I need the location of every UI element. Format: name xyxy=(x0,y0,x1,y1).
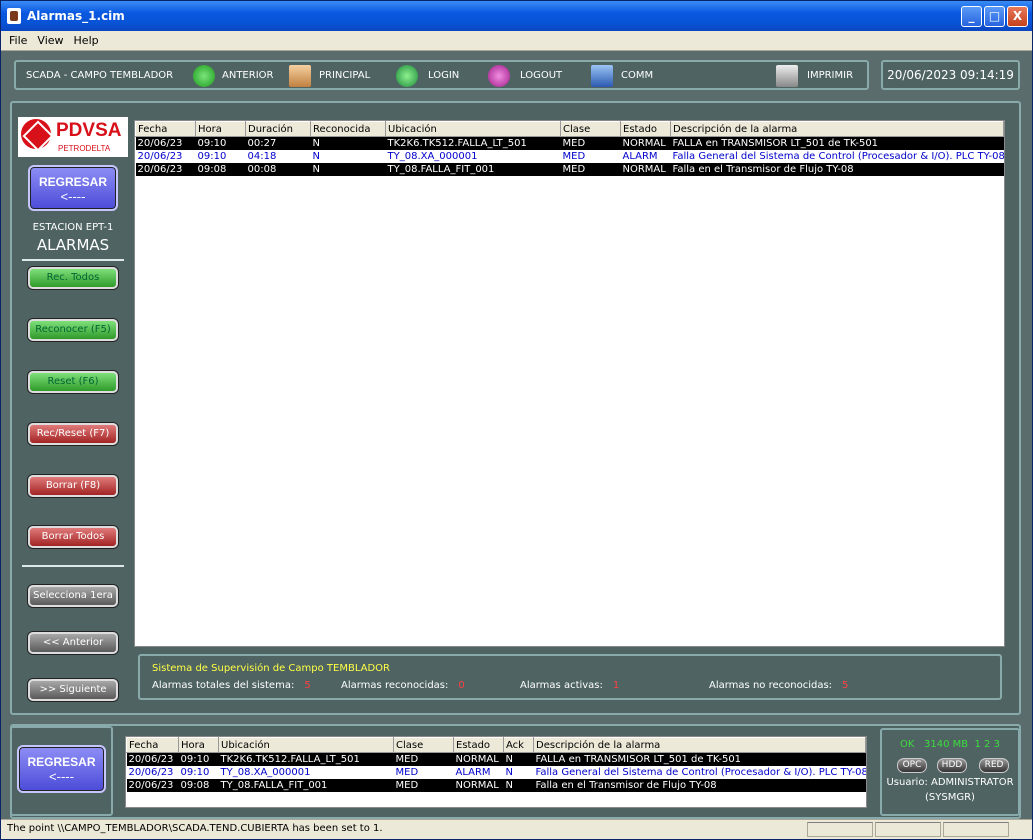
column-header[interactable]: Fecha xyxy=(135,121,196,137)
principal-button[interactable]: PRINCIPAL xyxy=(319,70,370,81)
login-button[interactable]: LOGIN xyxy=(428,70,459,81)
table-row[interactable]: 20/06/23 09:10 TY_08.XA_000001 MED ALARM N Fal… xyxy=(126,765,866,779)
table-row[interactable]: 20/06/23 09:10 04:18 N TY_08.XA_000001 MED ALA… xyxy=(135,149,1004,163)
system-status-panel: OK 3140 MB 1 2 3 OPC HDD RED Usuario: AD… xyxy=(880,728,1020,816)
user-role: (SYSMGR) xyxy=(925,792,975,803)
column-header[interactable]: Clase xyxy=(393,737,454,753)
table-row[interactable]: 20/06/23 09:08 TY_08.FALLA_FIT_001 MED NORMA… xyxy=(126,778,866,792)
column-header[interactable]: Reconocida xyxy=(310,121,386,137)
acknowledged-alarms: Alarmas reconocidas: 0 xyxy=(341,680,465,691)
title-bar: Alarmas_1.cim _ □ X xyxy=(1,1,1032,31)
comm-button[interactable]: COMM xyxy=(621,70,653,81)
column-header[interactable]: Clase xyxy=(560,121,621,137)
navigation-toolbar: SCADA - CAMPO TEMBLADOR ANTERIOR PRINCIP… xyxy=(14,60,869,90)
table-row[interactable]: 20/06/23 09:08 00:08 N TY_08.FALLA_FIT_001 ME… xyxy=(135,162,1004,176)
home-icon[interactable] xyxy=(289,65,311,87)
menu-bar: File View Help xyxy=(1,31,1032,51)
status-bar: The point \\CAMPO_TEMBLADOR\SCADA.TEND.C… xyxy=(1,819,1032,839)
column-header[interactable]: Ubicación xyxy=(385,121,561,137)
total-alarms: Alarmas totales del sistema: 5 xyxy=(152,680,311,691)
opc-indicator[interactable]: OPC xyxy=(897,758,927,773)
column-header[interactable]: Hora xyxy=(195,121,246,137)
logout-button[interactable]: LOGOUT xyxy=(520,70,562,81)
table-header: Fecha Hora Duración Reconocida Ubicación… xyxy=(135,121,1004,137)
pdvsa-logo: PDVSA PETRODELTA xyxy=(18,117,128,157)
user-label: Usuario: ADMINISTRATOR xyxy=(886,777,1014,788)
column-header[interactable]: Duración xyxy=(245,121,311,137)
rec-todos-button[interactable]: Rec. Todos xyxy=(28,267,118,289)
divider xyxy=(22,565,124,567)
anterior-page-button[interactable]: << Anterior xyxy=(28,632,118,654)
network-icon[interactable] xyxy=(591,65,613,87)
reset-button[interactable]: Reset (F6) xyxy=(28,371,118,393)
window-title: Alarmas_1.cim xyxy=(27,9,125,23)
reconocer-button[interactable]: Reconocer (F5) xyxy=(28,319,118,341)
alarm-table[interactable]: Fecha Hora Duración Reconocida Ubicación… xyxy=(134,120,1005,647)
table-row[interactable]: 20/06/23 09:10 00:27 N TK2K6.TK512.FALLA_LT_… xyxy=(135,136,1004,150)
siguiente-page-button[interactable]: >> Siguiente xyxy=(28,679,118,701)
column-header[interactable]: Ubicación xyxy=(218,737,394,753)
application-window: Alarmas_1.cim _ □ X File View Help SCADA -… xyxy=(0,0,1033,840)
station-label: ESTACION EPT-1 xyxy=(32,222,114,233)
red-indicator[interactable]: RED xyxy=(979,758,1009,773)
regresar-button[interactable]: REGRESAR <---- xyxy=(28,165,118,211)
sidebar: PDVSA PETRODELTA REGRESAR <---- ESTACION… xyxy=(14,109,132,709)
close-button[interactable]: X xyxy=(1007,6,1028,27)
column-header[interactable]: Hora xyxy=(178,737,219,753)
app-name: SCADA - CAMPO TEMBLADOR xyxy=(26,70,174,81)
bottom-regresar-button[interactable]: REGRESAR <---- xyxy=(17,745,106,793)
borrar-todos-button[interactable]: Borrar Todos xyxy=(28,526,118,548)
column-header[interactable]: Estado xyxy=(453,737,504,753)
maximize-button[interactable]: □ xyxy=(984,6,1005,27)
unacknowledged-alarms: Alarmas no reconocidas: 5 xyxy=(709,680,849,691)
imprimir-button[interactable]: IMPRIMIR xyxy=(807,70,853,81)
bottom-alarm-table[interactable]: Fecha Hora Ubicación Clase Estado Ack De… xyxy=(125,736,867,808)
borrar-button[interactable]: Borrar (F8) xyxy=(28,475,118,497)
clock-display: 20/06/2023 09:14:19 xyxy=(881,60,1020,90)
selecciona-primera-button[interactable]: Selecciona 1era xyxy=(28,585,118,607)
login-users-icon[interactable] xyxy=(396,65,418,87)
column-header[interactable]: Ack xyxy=(503,737,534,753)
minimize-button[interactable]: _ xyxy=(961,6,982,27)
column-header[interactable]: Fecha xyxy=(126,737,179,753)
summary-title: Sistema de Supervisión de Campo TEMBLADO… xyxy=(152,663,391,674)
menu-help[interactable]: Help xyxy=(69,31,104,47)
column-header[interactable]: Estado xyxy=(620,121,671,137)
system-health: OK 3140 MB 1 2 3 xyxy=(900,739,1000,750)
printer-icon[interactable] xyxy=(776,65,798,87)
column-header[interactable]: Descripción de la alarma xyxy=(533,737,866,753)
status-message: The point \\CAMPO_TEMBLADOR\SCADA.TEND.C… xyxy=(7,823,383,834)
status-cell xyxy=(875,822,941,837)
hdd-indicator[interactable]: HDD xyxy=(937,758,967,773)
active-alarms: Alarmas activas: 1 xyxy=(520,680,620,691)
divider xyxy=(22,259,124,261)
alarm-summary: Sistema de Supervisión de Campo TEMBLADO… xyxy=(138,654,1002,700)
anterior-button[interactable]: ANTERIOR xyxy=(222,70,273,81)
logout-users-icon[interactable] xyxy=(488,65,510,87)
column-header[interactable]: Descripción de la alarma xyxy=(670,121,1004,137)
back-arrow-icon[interactable] xyxy=(193,65,215,87)
table-row[interactable]: 20/06/23 09:10 TK2K6.TK512.FALLA_LT_501 MED… xyxy=(126,752,866,766)
table-header: Fecha Hora Ubicación Clase Estado Ack De… xyxy=(126,737,866,753)
rec-reset-button[interactable]: Rec/Reset (F7) xyxy=(28,423,118,445)
menu-view[interactable]: View xyxy=(32,31,68,47)
menu-file[interactable]: File xyxy=(4,31,32,47)
status-cell xyxy=(943,822,1009,837)
status-cell xyxy=(807,822,873,837)
page-title: ALARMAS xyxy=(36,236,110,254)
app-icon xyxy=(7,8,21,24)
pdvsa-emblem-icon xyxy=(21,119,51,149)
